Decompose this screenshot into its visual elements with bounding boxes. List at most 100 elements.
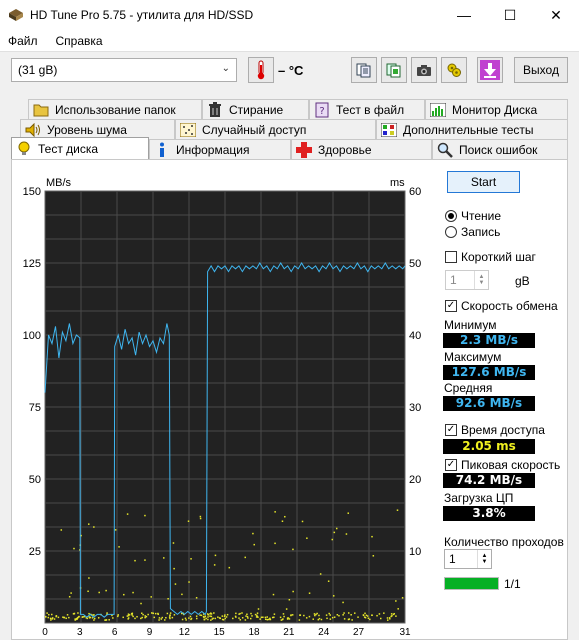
access-time-checkbox[interactable]: ✓ Время доступа [445,423,545,437]
access-time-point [140,617,142,620]
menu-file[interactable]: Файл [8,34,38,48]
tab-health[interactable]: Здоровье [291,139,432,159]
access-time-point [105,619,107,621]
tab-disk-monitor[interactable]: Монитор Диска [425,99,568,119]
minimize-button[interactable]: — [441,0,487,30]
tab-error-scan[interactable]: Поиск ошибок [432,139,568,159]
access-time-point [279,616,282,619]
access-time-point [140,602,142,605]
access-time-point [213,564,216,566]
tab-random-access[interactable]: Случайный доступ [175,119,376,139]
screenshot-button[interactable] [411,57,437,83]
access-time-point [144,616,146,619]
access-time-point [316,612,318,615]
access-time-point [249,617,252,620]
menu-bar: Файл Справка [0,30,579,52]
burst-rate-checkbox[interactable]: ✓ Пиковая скорость [445,458,560,472]
access-time-point [362,614,365,617]
access-time-point [123,593,125,596]
transfer-rate-label: Скорость обмена [461,299,558,313]
x-tick: 3 [77,627,83,638]
max-value: 127.6 MB/s [443,365,535,380]
access-time-point [169,617,171,620]
access-time-point [65,617,67,620]
access-time-point [332,595,335,597]
access-time-point [93,619,95,621]
access-time-point [386,617,389,619]
access-time-point [131,614,133,616]
access-time-point [371,535,373,538]
access-time-point [298,619,301,621]
menu-help[interactable]: Справка [56,34,103,48]
access-time-point [206,613,209,615]
access-time-point [383,612,385,614]
access-time-point [214,617,216,620]
tab-benchmark[interactable]: Тест диска [11,137,149,159]
transfer-rate-checkbox[interactable]: ✓ Скорость обмена [445,299,558,313]
access-time-point [163,557,165,559]
access-time-point [127,618,129,620]
access-time-point [365,614,368,617]
y-tick-right: 50 [409,258,421,270]
y-tick-left: 75 [29,402,41,414]
access-time-point [132,591,134,594]
access-time-point [239,619,242,621]
access-time-point [391,615,393,617]
access-time-point [166,612,169,615]
read-radio[interactable]: Чтение [445,209,501,223]
access-time-point [214,554,217,557]
maximize-button[interactable]: ☐ [487,0,533,30]
access-time-point [199,515,202,518]
copy-info-button[interactable] [351,57,377,83]
x-tick: 9 [147,627,153,638]
write-radio[interactable]: Запись [445,225,500,239]
access-time-point [351,619,353,621]
tab-noise-level[interactable]: Уровень шума [20,119,175,139]
access-time-point [47,616,50,619]
tab-label: Монитор Диска [452,102,538,117]
short-step-checkbox[interactable]: Короткий шаг [445,250,536,264]
close-button[interactable]: ✕ [533,0,579,30]
access-time-point [354,612,356,614]
tab-info[interactable]: Информация [149,139,291,159]
access-time-point [254,613,257,616]
access-time-point [168,616,171,618]
copy-all-button[interactable] [381,57,407,83]
short-step-spinner[interactable]: 1 ▲ ▼ [445,270,489,290]
access-time-point [357,616,359,618]
access-time-point [388,617,391,619]
tab-extra-tests[interactable]: Дополнительные тесты [376,119,568,139]
tab-file-benchmark[interactable]: ? Тест в файл [309,99,425,119]
access-time-point [117,614,120,616]
access-time-point [134,617,136,620]
spinner-arrows-icon: ▲ ▼ [474,271,488,289]
options-button[interactable] [441,57,467,83]
access-time-point [169,612,172,614]
x-tick: 12 [179,627,191,638]
y-tick-right: 20 [409,474,421,486]
tab-erase[interactable]: Стирание [202,99,309,119]
svg-text:?: ? [319,106,324,117]
access-time-point [333,531,336,534]
exit-button[interactable]: Выход [514,57,568,83]
access-time-point [60,529,63,531]
thermometer-button[interactable] [248,57,274,83]
access-time-point [347,512,350,514]
info-icon [154,142,170,158]
passes-spinner[interactable]: 1 ▲ ▼ [444,549,492,569]
access-time-point [205,617,207,620]
access-time-point [223,615,226,618]
tab-folder-usage[interactable]: Использование папок [28,99,202,119]
start-button[interactable]: Start [447,171,520,193]
access-time-point [53,618,56,620]
min-value: 2.3 MB/s [443,333,535,348]
access-time-point [169,614,171,616]
access-time-point [280,619,283,621]
access-time-point [190,558,192,560]
drive-select[interactable]: (31 gB) ⌄ [11,58,237,82]
access-time-point [376,614,378,617]
access-time-point [126,513,129,515]
app-icon [9,9,23,21]
access-time-point [51,613,53,616]
save-button[interactable] [477,57,503,83]
